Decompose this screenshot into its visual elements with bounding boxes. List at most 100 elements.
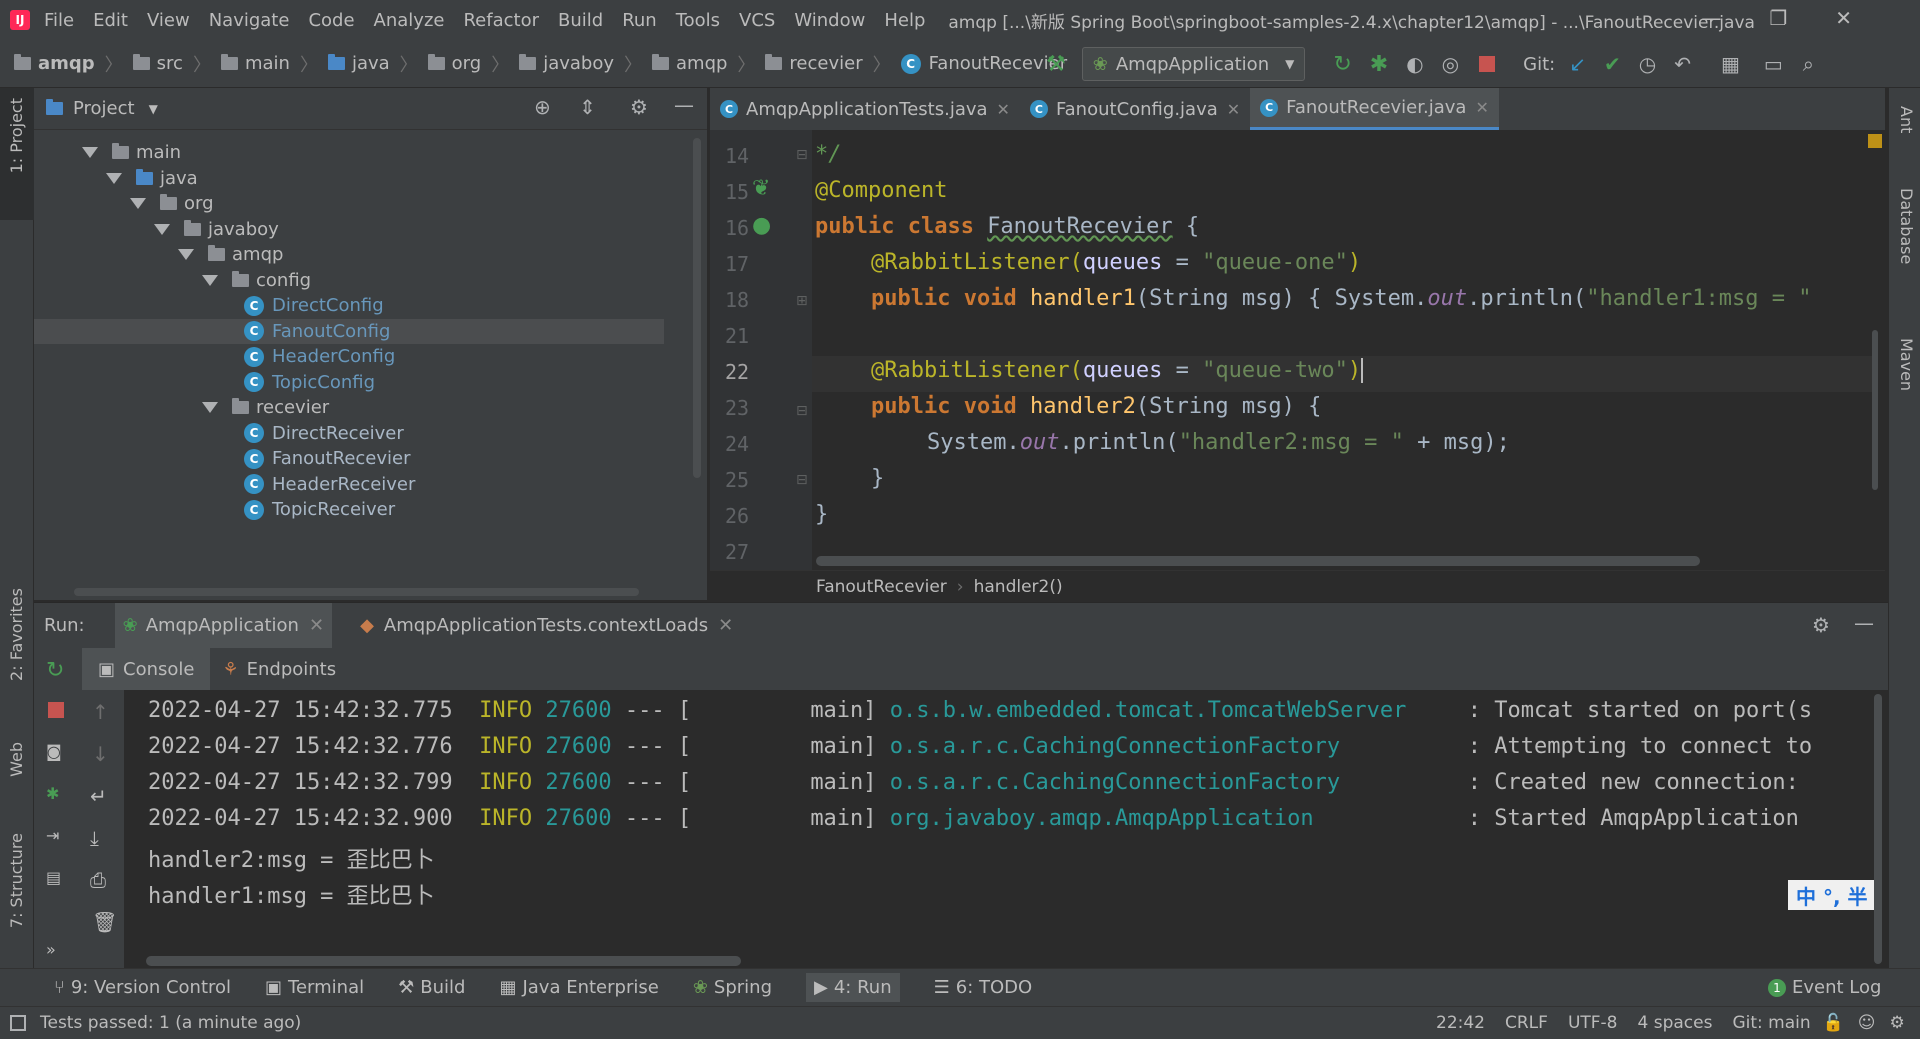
print-icon[interactable]: ⎙: [90, 868, 106, 892]
chevron-down-icon[interactable]: ▼: [149, 102, 158, 116]
tree-item[interactable]: org: [34, 191, 664, 216]
tab-endpoints[interactable]: ⚘ Endpoints: [210, 659, 348, 680]
tree-item[interactable]: javaboy: [34, 217, 664, 242]
debug-icon[interactable]: ✱: [46, 784, 59, 803]
menu-item[interactable]: View: [147, 10, 190, 31]
tab-web[interactable]: Web: [7, 742, 26, 777]
stop-icon[interactable]: [1479, 56, 1496, 72]
line-number[interactable]: 18: [712, 288, 762, 312]
menu-item[interactable]: Edit: [93, 10, 128, 31]
window-controls[interactable]: —❐✕: [1701, 6, 1900, 30]
breadcrumb-item[interactable]: recevier: [765, 53, 863, 74]
tab-ant[interactable]: Ant: [1897, 106, 1916, 133]
menu-item[interactable]: Build: [558, 10, 603, 31]
breadcrumb-class[interactable]: FanoutRecevier: [816, 577, 947, 597]
console-output[interactable]: 2022-04-27 15:42:32.775 INFO 27600 --- […: [124, 690, 1888, 968]
gear-icon[interactable]: ⚙: [1812, 613, 1830, 637]
fold-icon[interactable]: ⊟: [796, 403, 808, 419]
menu-item[interactable]: File: [44, 10, 74, 31]
expand-arrow-icon[interactable]: [106, 172, 122, 184]
tree-item[interactable]: C TopicReceiver: [34, 497, 664, 522]
toggle-tool-windows-icon[interactable]: [10, 1015, 26, 1031]
bottom-tab[interactable]: ▶ 4: Run: [806, 973, 900, 1002]
git-update-icon[interactable]: ↙: [1569, 52, 1586, 76]
menu-item[interactable]: Window: [794, 10, 865, 31]
git-commit-icon[interactable]: ✔: [1604, 52, 1621, 76]
spring-bean-icon[interactable]: ●: [752, 213, 771, 238]
tab-favorites[interactable]: 2: Favorites: [7, 588, 26, 681]
line-number[interactable]: 27: [712, 540, 762, 564]
code-line-14[interactable]: */: [815, 142, 842, 167]
console-h-scrollbar[interactable]: [146, 956, 741, 966]
layout-icon[interactable]: ▤: [46, 868, 61, 887]
hide-icon[interactable]: —: [674, 93, 694, 117]
warning-marker-icon[interactable]: [1868, 134, 1882, 148]
breadcrumb-item[interactable]: amqp: [652, 53, 727, 74]
menu-item[interactable]: Navigate: [209, 10, 290, 31]
collapse-all-icon[interactable]: ⇕: [579, 95, 596, 119]
coverage-icon[interactable]: ◐: [1406, 52, 1423, 76]
rerun-icon[interactable]: ↻: [1333, 52, 1351, 77]
history-icon[interactable]: ◷: [1639, 52, 1656, 76]
rollback-icon[interactable]: ↶: [1674, 52, 1691, 76]
line-number[interactable]: 25: [712, 468, 762, 492]
tree-item[interactable]: C DirectConfig: [34, 293, 664, 318]
line-number[interactable]: 24: [712, 432, 762, 456]
tree-item[interactable]: C TopicConfig: [34, 370, 664, 395]
line-number[interactable]: 14: [712, 144, 762, 168]
editor-scrollbar[interactable]: [1872, 330, 1878, 490]
menu-item[interactable]: Tools: [676, 10, 720, 31]
locate-icon[interactable]: ⊕: [534, 95, 551, 119]
breadcrumb-item[interactable]: main: [220, 53, 290, 74]
line-number[interactable]: 22: [712, 360, 762, 384]
bottom-tab[interactable]: ❀ Spring: [693, 977, 772, 998]
menu-item[interactable]: Code: [308, 10, 354, 31]
menu-item[interactable]: Help: [884, 10, 925, 31]
tree-item[interactable]: main: [34, 140, 664, 165]
tab-console[interactable]: ▣ Console: [82, 648, 211, 690]
breadcrumb-item[interactable]: src: [132, 53, 183, 74]
line-separator[interactable]: CRLF: [1505, 1013, 1548, 1033]
lock-icon[interactable]: 🔓: [1823, 1013, 1844, 1033]
line-number[interactable]: 26: [712, 504, 762, 528]
git-branch[interactable]: Git: main: [1732, 1013, 1810, 1033]
tree-item[interactable]: config: [34, 268, 664, 293]
breadcrumb-item[interactable]: javaboy: [519, 53, 614, 74]
fold-icon[interactable]: ⊟: [796, 472, 808, 488]
bottom-tab[interactable]: ⑂ 9: Version Control: [54, 977, 231, 998]
tree-item[interactable]: recevier: [34, 395, 664, 420]
run-tab-tests[interactable]: ◆ AmqpApplicationTests.contextLoads ✕: [360, 615, 733, 636]
tree-item[interactable]: amqp: [34, 242, 664, 267]
code-line-16[interactable]: public class FanoutRecevier {: [815, 214, 1199, 239]
exit-icon[interactable]: ⇥: [46, 826, 59, 845]
code-line-23[interactable]: public void handler2(String msg) {: [871, 394, 1321, 419]
menu-item[interactable]: Refactor: [463, 10, 539, 31]
editor-tab[interactable]: C FanoutRecevier.java ✕: [1250, 88, 1499, 130]
line-number[interactable]: 23: [712, 396, 762, 420]
tab-structure[interactable]: 7: Structure: [7, 833, 26, 928]
expand-arrow-icon[interactable]: [202, 402, 218, 413]
breadcrumb-item[interactable]: amqp: [14, 53, 95, 74]
menu-item[interactable]: Run: [622, 10, 657, 31]
bottom-tab[interactable]: ⚒ Build: [398, 977, 465, 998]
search-icon[interactable]: ⌕: [1803, 52, 1814, 76]
fold-icon[interactable]: ⊟: [796, 147, 808, 163]
tab-project[interactable]: 1: Project: [7, 98, 26, 173]
tree-item[interactable]: C DirectReceiver: [34, 421, 664, 446]
tree-item[interactable]: C FanoutRecevier: [34, 446, 664, 471]
inspector-icon[interactable]: ☺: [1858, 1013, 1876, 1033]
code-line-26[interactable]: }: [815, 502, 828, 527]
fold-icon[interactable]: ⊞: [796, 293, 808, 309]
more-icon[interactable]: »: [46, 940, 56, 959]
spring-bean-icon[interactable]: ❦: [752, 176, 770, 201]
code-line-15[interactable]: @Component: [815, 178, 947, 203]
soft-wrap-icon[interactable]: ↵: [90, 784, 107, 808]
line-number[interactable]: 17: [712, 252, 762, 276]
editor-h-scrollbar[interactable]: [816, 556, 1700, 566]
down-arrow-icon[interactable]: ↓: [92, 742, 109, 766]
editor-tab[interactable]: C FanoutConfig.java ✕: [1020, 88, 1250, 130]
code-line-25[interactable]: }: [871, 466, 884, 491]
expand-arrow-icon[interactable]: [202, 274, 218, 286]
breadcrumb-item[interactable]: org: [427, 53, 481, 74]
tree-item[interactable]: java: [34, 166, 664, 191]
